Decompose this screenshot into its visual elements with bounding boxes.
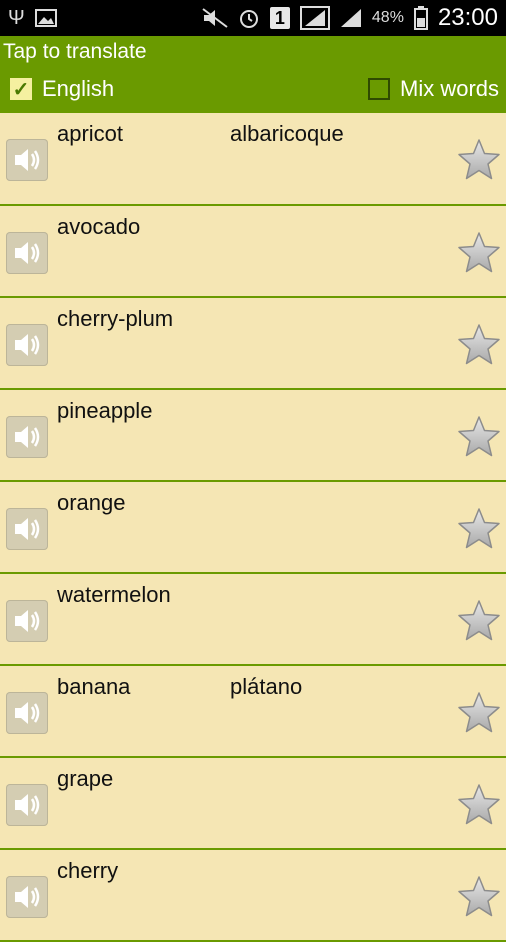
battery-icon bbox=[413, 6, 428, 30]
speaker-icon[interactable] bbox=[6, 232, 48, 274]
star-icon[interactable] bbox=[456, 874, 502, 920]
battery-percent: 48% bbox=[371, 9, 404, 26]
word-label: cherry-plum bbox=[57, 306, 174, 331]
speaker-icon[interactable] bbox=[6, 784, 48, 826]
list-item[interactable]: avocado bbox=[0, 206, 506, 298]
star-icon[interactable] bbox=[456, 506, 502, 552]
image-icon bbox=[34, 9, 57, 27]
translation-label: albaricoque bbox=[230, 121, 344, 146]
word-label: grape bbox=[57, 766, 114, 791]
mute-icon bbox=[202, 8, 228, 28]
speaker-icon[interactable] bbox=[6, 692, 48, 734]
status-left-icons: Ψ bbox=[8, 8, 57, 28]
signal-icon bbox=[299, 6, 330, 30]
star-icon[interactable] bbox=[456, 782, 502, 828]
list-item[interactable]: apricot albaricoque bbox=[0, 113, 506, 206]
clock: 23:00 bbox=[437, 4, 498, 31]
list-item[interactable]: pineapple bbox=[0, 390, 506, 482]
star-icon[interactable] bbox=[456, 598, 502, 644]
translation-label: plátano bbox=[230, 674, 303, 699]
mix-words-checkbox[interactable]: Mix words bbox=[368, 76, 499, 102]
english-label: English bbox=[42, 76, 115, 101]
checkbox-empty-icon[interactable] bbox=[368, 78, 390, 100]
star-icon[interactable] bbox=[456, 230, 502, 276]
word-label: orange bbox=[57, 490, 126, 515]
usb-icon: Ψ bbox=[8, 7, 25, 29]
list-item[interactable]: grape bbox=[0, 758, 506, 850]
checkmark-icon[interactable]: ✓ bbox=[10, 78, 32, 101]
speaker-icon[interactable] bbox=[6, 508, 48, 550]
word-label: cherry bbox=[57, 858, 119, 883]
options-row: ✓ English Mix words bbox=[0, 76, 506, 108]
speaker-icon[interactable] bbox=[6, 139, 48, 181]
star-icon[interactable] bbox=[456, 137, 502, 183]
page-title: Tap to translate bbox=[3, 40, 147, 63]
list-item[interactable]: watermelon bbox=[0, 574, 506, 666]
word-label: apricot bbox=[57, 121, 124, 146]
star-icon[interactable] bbox=[456, 414, 502, 460]
mix-words-label: Mix words bbox=[400, 76, 500, 101]
list-item[interactable]: orange bbox=[0, 482, 506, 574]
status-right-icons: 1 48% 23:00 bbox=[202, 4, 498, 32]
word-label: avocado bbox=[57, 214, 141, 239]
star-icon[interactable] bbox=[456, 690, 502, 736]
star-icon[interactable] bbox=[456, 322, 502, 368]
word-label: banana bbox=[57, 674, 131, 699]
speaker-icon[interactable] bbox=[6, 324, 48, 366]
word-label: watermelon bbox=[57, 582, 171, 607]
status-bar: Ψ 1 48% 23:00 bbox=[0, 0, 506, 36]
sim-badge: 1 bbox=[269, 7, 290, 29]
word-list: apricot albaricoque avocado cherry-plum … bbox=[0, 113, 506, 942]
speaker-icon[interactable] bbox=[6, 876, 48, 918]
signal-strength-icon bbox=[340, 8, 362, 28]
list-item[interactable]: cherry-plum bbox=[0, 298, 506, 390]
list-item[interactable]: banana plátano bbox=[0, 666, 506, 758]
word-label: pineapple bbox=[57, 398, 153, 423]
speaker-icon[interactable] bbox=[6, 416, 48, 458]
list-item[interactable]: cherry bbox=[0, 850, 506, 942]
app-header: Tap to translate ✓ English Mix words bbox=[0, 36, 506, 113]
alarm-icon bbox=[238, 7, 260, 29]
speaker-icon[interactable] bbox=[6, 600, 48, 642]
english-checkbox[interactable]: ✓ English bbox=[10, 76, 114, 102]
